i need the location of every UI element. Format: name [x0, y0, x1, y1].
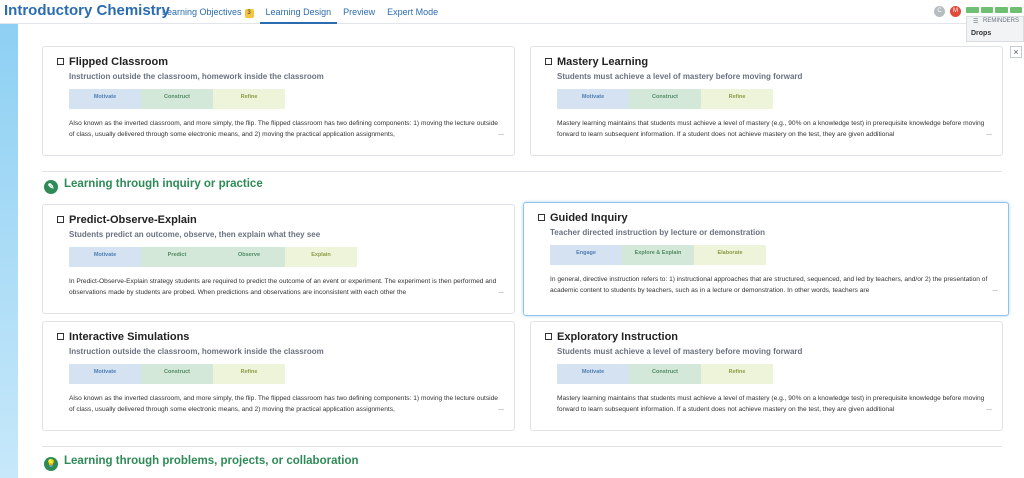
more-ellipsis[interactable]: ... — [498, 130, 504, 137]
card-exploratory-instruction[interactable]: Exploratory Instruction Students must ac… — [530, 321, 1003, 431]
card-title: Exploratory Instruction — [545, 331, 678, 343]
section-divider — [42, 171, 1002, 172]
tab-preview[interactable]: Preview — [337, 0, 381, 24]
app-title[interactable]: Introductory Chemistry — [4, 2, 170, 19]
phase-chip: Engage — [550, 245, 622, 265]
phase-chip: Motivate — [69, 89, 141, 109]
card-title: Mastery Learning — [545, 56, 648, 68]
pencil-icon: ✎ — [44, 180, 58, 194]
reminder-item-drops[interactable]: Drops — [971, 30, 991, 37]
phase-chip: Motivate — [557, 364, 629, 384]
section-title: Learning through problems, projects, or … — [64, 455, 359, 467]
section-divider — [42, 446, 1002, 447]
phase-chip: Explain — [285, 247, 357, 267]
phase-chip: Predict — [141, 247, 213, 267]
phase-chip: Motivate — [557, 89, 629, 109]
more-ellipsis[interactable]: ... — [986, 130, 992, 137]
reminders-popup[interactable]: ☰ REMINDERS Drops — [966, 16, 1024, 42]
phase-chip: Motivate — [69, 247, 141, 267]
tab-bar: Learning Objectives 3 Learning Design Pre… — [156, 0, 444, 24]
lightbulb-icon: 💡 — [44, 457, 58, 471]
phase-chip: Construct — [629, 364, 701, 384]
more-ellipsis[interactable]: ... — [498, 288, 504, 295]
card-title-text: Flipped Classroom — [69, 56, 169, 68]
card-guided-inquiry[interactable]: Guided Inquiry Teacher directed instruct… — [523, 202, 1009, 316]
phase-chip: Construct — [141, 89, 213, 109]
card-checkbox[interactable] — [57, 58, 64, 65]
objectives-count-badge: 3 — [244, 9, 254, 18]
phase-chip: Refine — [213, 89, 285, 109]
tab-label: Expert Mode — [387, 7, 439, 17]
more-ellipsis[interactable]: ... — [992, 286, 998, 293]
card-subtitle: Students must achieve a level of mastery… — [557, 72, 803, 81]
phase-strip: Motivate Construct Refine — [557, 364, 773, 384]
list-icon: ☰ — [973, 19, 979, 25]
card-title-text: Mastery Learning — [557, 56, 649, 68]
card-title-text: Predict-Observe-Explain — [69, 214, 197, 226]
section-heading-inquiry: ✎ Learning through inquiry or practice — [44, 178, 263, 194]
card-description: In general, directive instruction refers… — [550, 276, 988, 294]
card-flipped-classroom[interactable]: Flipped Classroom Instruction outside th… — [42, 46, 515, 156]
card-checkbox[interactable] — [57, 216, 64, 223]
card-title: Interactive Simulations — [57, 331, 189, 343]
card-description: In Predict-Observe-Explain strategy stud… — [69, 278, 497, 296]
more-ellipsis[interactable]: ... — [986, 405, 992, 412]
card-subtitle: Students must achieve a level of mastery… — [557, 347, 803, 356]
card-subtitle: Students predict an outcome, observe, th… — [69, 230, 321, 239]
tab-learning-objectives[interactable]: Learning Objectives 3 — [156, 0, 260, 24]
phase-strip: Engage Explore & Explain Elaborate — [550, 245, 766, 265]
card-description: Mastery learning maintains that students… — [557, 395, 985, 413]
card-title-text: Guided Inquiry — [550, 212, 628, 224]
phase-chip: Refine — [701, 364, 773, 384]
phase-chip: Explore & Explain — [622, 245, 694, 265]
card-checkbox[interactable] — [538, 214, 545, 221]
card-checkbox[interactable] — [57, 333, 64, 340]
tab-label: Preview — [343, 7, 376, 17]
card-mastery-learning[interactable]: Mastery Learning Students must achieve a… — [530, 46, 1003, 156]
card-title: Guided Inquiry — [538, 212, 628, 224]
card-title-text: Exploratory Instruction — [557, 331, 679, 343]
gray-avatar-button[interactable]: C — [934, 6, 945, 17]
close-icon[interactable]: × — [1010, 46, 1022, 58]
progress-bars-icon — [966, 7, 1022, 13]
left-sidebar-rail — [0, 24, 18, 478]
more-ellipsis[interactable]: ... — [498, 405, 504, 412]
phase-strip: Motivate Construct Refine — [557, 89, 773, 109]
phase-strip: Motivate Construct Refine — [69, 364, 285, 384]
phase-strip: Motivate Predict Observe Explain — [69, 247, 357, 267]
card-checkbox[interactable] — [545, 58, 552, 65]
card-title-text: Interactive Simulations — [69, 331, 190, 343]
card-subtitle: Instruction outside the classroom, homew… — [69, 347, 324, 356]
tab-label: Learning Objectives — [162, 7, 242, 17]
card-description: Also known as the inverted classroom, an… — [69, 395, 498, 413]
card-checkbox[interactable] — [545, 333, 552, 340]
user-avatar-button[interactable]: M — [950, 6, 961, 17]
section-heading-problems: 💡 Learning through problems, projects, or… — [44, 455, 359, 471]
phase-chip: Elaborate — [694, 245, 766, 265]
phase-chip: Motivate — [69, 364, 141, 384]
card-interactive-simulations[interactable]: Interactive Simulations Instruction outs… — [42, 321, 515, 431]
phase-chip: Observe — [213, 247, 285, 267]
section-title: Learning through inquiry or practice — [64, 178, 263, 190]
card-subtitle: Instruction outside the classroom, homew… — [69, 72, 324, 81]
card-title: Predict-Observe-Explain — [57, 214, 197, 226]
card-predict-observe-explain[interactable]: Predict-Observe-Explain Students predict… — [42, 204, 515, 314]
phase-chip: Construct — [141, 364, 213, 384]
tab-label: Learning Design — [265, 7, 332, 17]
top-navigation-bar: Introductory Chemistry Learning Objectiv… — [0, 0, 1024, 24]
card-description: Mastery learning maintains that students… — [557, 120, 985, 138]
card-subtitle: Teacher directed instruction by lecture … — [550, 228, 766, 237]
phase-chip: Construct — [629, 89, 701, 109]
phase-strip: Motivate Construct Refine — [69, 89, 285, 109]
reminders-label: REMINDERS — [983, 18, 1020, 24]
phase-chip: Refine — [701, 89, 773, 109]
phase-chip: Refine — [213, 364, 285, 384]
card-description: Also known as the inverted classroom, an… — [69, 120, 498, 138]
card-title: Flipped Classroom — [57, 56, 168, 68]
tab-expert-mode[interactable]: Expert Mode — [381, 0, 444, 24]
tab-learning-design[interactable]: Learning Design — [259, 0, 338, 24]
